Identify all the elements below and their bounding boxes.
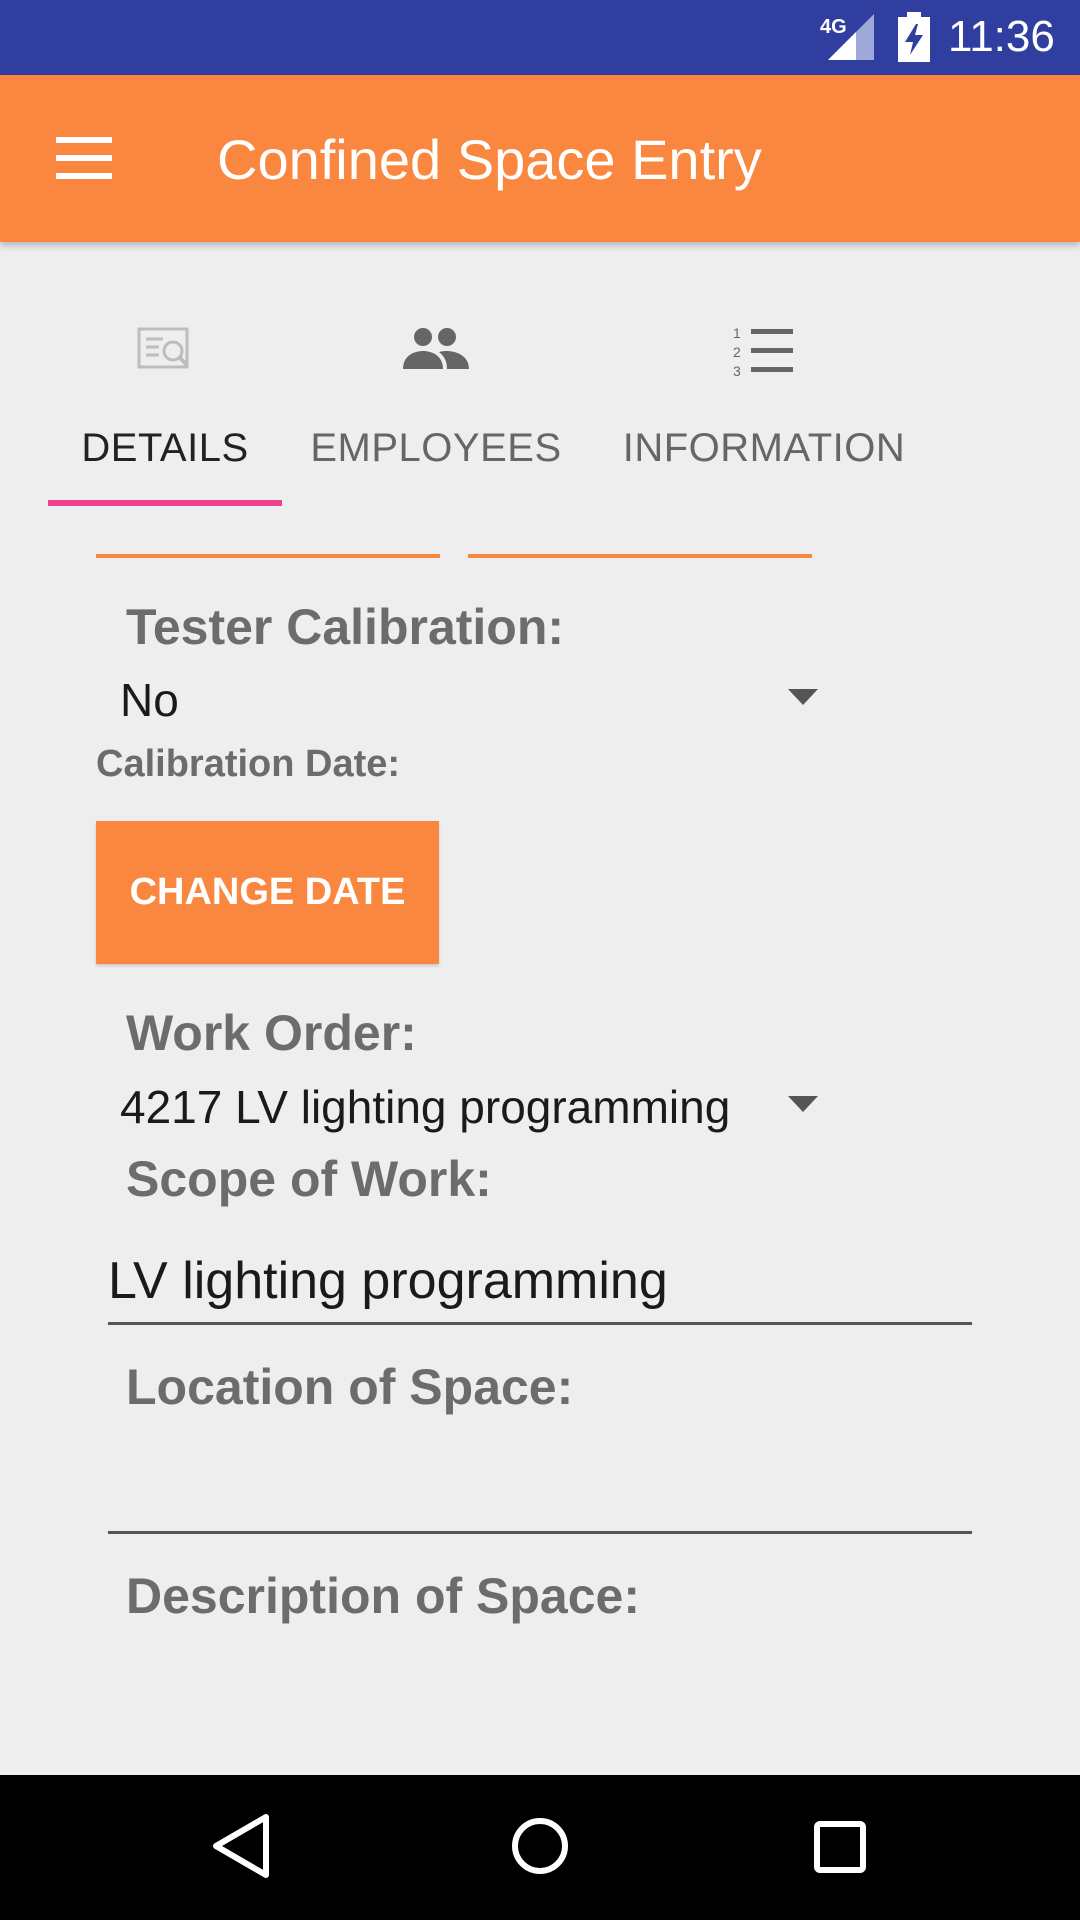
home-icon[interactable]: [510, 1811, 570, 1881]
spinner-value: No: [120, 674, 179, 726]
tab-label: EMPLOYEES: [310, 426, 562, 470]
spinner-value: 4217 LV lighting programming: [120, 1081, 731, 1133]
hamburger-menu-icon[interactable]: [56, 137, 112, 179]
navigation-bar: [0, 1775, 1080, 1920]
scope-of-work-label: Scope of Work:: [126, 1151, 492, 1207]
tab-label: INFORMATION: [622, 426, 906, 470]
tab-information[interactable]: 1 2 3 INFORMATION: [608, 290, 920, 506]
app-title: Confined Space Entry: [217, 128, 762, 191]
tab-employees[interactable]: EMPLOYEES: [300, 290, 572, 506]
location-of-space-input[interactable]: [108, 1454, 972, 1534]
tab-indicator: [48, 500, 282, 506]
tab-label: DETAILS: [81, 426, 249, 470]
work-order-label: Work Order:: [126, 1005, 417, 1061]
people-icon: [403, 328, 469, 369]
back-icon[interactable]: [210, 1811, 272, 1881]
tab-bar: DETAILS EMPLOYEES 1 2 3 INFORMATION: [0, 290, 1080, 506]
svg-text:3: 3: [733, 363, 741, 377]
recents-icon[interactable]: [812, 1811, 868, 1881]
tester-calibration-label: Tester Calibration:: [126, 599, 565, 655]
field-underline: [468, 554, 812, 558]
work-order-spinner[interactable]: 4217 LV lighting programming: [96, 1072, 836, 1142]
field-underline: [96, 554, 440, 558]
chevron-down-icon: [788, 689, 818, 705]
numbered-list-icon: 1 2 3: [733, 325, 793, 377]
tab-details[interactable]: DETAILS: [48, 290, 282, 506]
status-bar: 4G 11:36: [0, 0, 1080, 75]
location-of-space-label: Location of Space:: [126, 1359, 574, 1415]
chevron-down-icon: [788, 1096, 818, 1112]
svg-text:1: 1: [733, 325, 741, 341]
signal-icon: [828, 14, 874, 60]
description-of-space-label: Description of Space:: [126, 1568, 640, 1624]
svg-text:2: 2: [733, 344, 741, 360]
clock: 11:36: [948, 12, 1055, 61]
change-date-button[interactable]: CHANGE DATE: [96, 821, 439, 964]
tester-calibration-spinner[interactable]: No: [96, 665, 836, 735]
document-search-icon: [137, 327, 189, 369]
app-bar: Confined Space Entry: [0, 75, 1080, 242]
battery-charging-icon: [898, 12, 930, 62]
scope-of-work-input[interactable]: [108, 1245, 972, 1325]
calibration-date-label: Calibration Date:: [96, 743, 401, 785]
